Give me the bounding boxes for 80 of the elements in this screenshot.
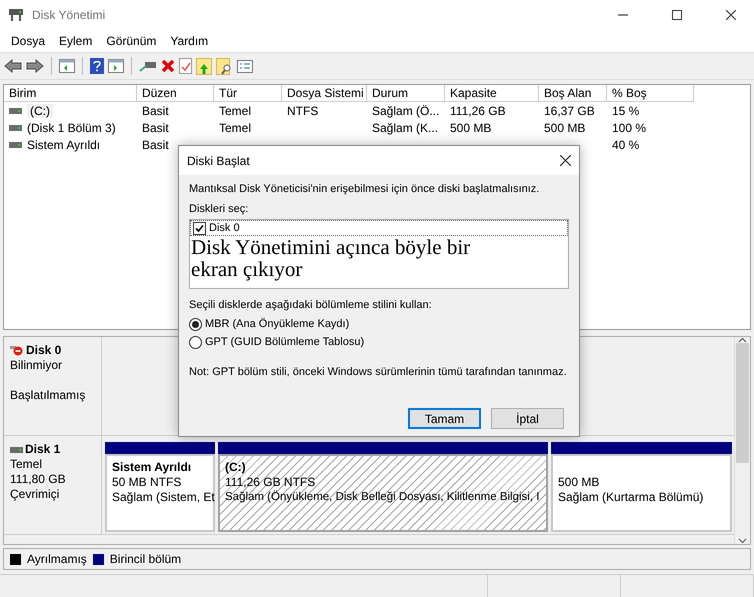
disk-info: Çevrimiçi [10, 487, 60, 501]
menu-item[interactable]: Görünüm [99, 34, 164, 48]
disk-info: 111,80 GB [10, 472, 66, 486]
table-cell: (Disk 1 Bölüm 3) [27, 120, 116, 134]
annotation-text: Disk Yönetimini açınca böyle bir ekran çıkıyor [190, 236, 472, 280]
disk-error-icon [10, 345, 24, 356]
column-header[interactable]: Dosya Sistemi [282, 85, 367, 102]
delete-icon[interactable] [161, 59, 175, 73]
dialog-title: Diski Başlat [187, 154, 250, 168]
note-text: Not: GPT bölüm stili, önceki Windows sürümlerinin tümü tarafından tanınmaz. [189, 366, 568, 378]
partition[interactable]: 500 MB Sağlam (Kurtarma Bölümü) [551, 454, 732, 532]
column-header[interactable]: Durum [367, 85, 445, 102]
table-cell: Basit [142, 104, 169, 118]
radio-option[interactable]: MBR (Ana Önyükleme Kaydı) [189, 315, 569, 333]
radio-option[interactable]: GPT (GUID Bölümleme Tablosu) [189, 333, 569, 351]
table-cell: 500 MB [450, 120, 492, 134]
radio-button[interactable] [189, 336, 202, 348]
scrollbar[interactable] [734, 337, 750, 544]
menu-item[interactable]: Yardım [163, 34, 216, 48]
legend-label: Ayrılmamış [27, 552, 87, 566]
drive-icon [9, 142, 22, 148]
pane-icon[interactable] [108, 59, 124, 73]
partition[interactable]: (C:) 111,26 GB NTFS Sağlam (Önyükleme, Disk Belleği Dosyası, Kilitlenme Bilgisi, I [218, 454, 548, 532]
dialog-message: Mantıksal Disk Yöneticisi'nin erişebilmesi için önce diski başlatmalısınız. [189, 183, 540, 195]
maximize-icon[interactable] [672, 10, 682, 20]
checklist-icon[interactable] [237, 60, 253, 72]
scroll-up-icon[interactable] [738, 337, 747, 343]
column-header[interactable]: Düzen [137, 85, 214, 102]
disk-name: Disk 1 [25, 442, 60, 457]
table-cell: Sağlam (K... [372, 120, 438, 134]
column-header[interactable]: Boş Alan [539, 85, 607, 102]
scroll-down-icon[interactable] [738, 538, 747, 544]
table-cell: 111,26 GB [450, 104, 506, 118]
table-cell: (C:) [27, 104, 53, 118]
table-cell: 500 MB [544, 120, 586, 134]
disk-info: Başlatılmamış [10, 388, 86, 402]
style-label: Seçili disklerde aşağıdaki bölümleme stilini kullan: [189, 299, 433, 311]
drive-icon [9, 124, 22, 130]
drive-icon [9, 108, 22, 114]
properties-icon[interactable] [179, 58, 192, 74]
dialog-button[interactable]: İptal [491, 408, 564, 429]
folder-up-icon[interactable] [196, 58, 212, 74]
close-icon[interactable] [560, 155, 571, 166]
forward-icon[interactable] [26, 59, 44, 73]
partition[interactable]: Sistem Ayrıldı 50 MB NTFS Sağlam (Sistem, Et [105, 454, 215, 532]
disk-info: Bilinmiyor [10, 358, 62, 372]
help-icon[interactable] [90, 58, 104, 74]
table-cell: 40 % [612, 138, 640, 152]
list-label: Diskleri seç: [189, 203, 250, 215]
app-icon [8, 8, 24, 22]
connect-icon[interactable] [139, 60, 157, 72]
dialog-button[interactable]: Tamam [408, 408, 481, 429]
disk-name: Disk 0 [26, 343, 62, 358]
checkbox[interactable] [193, 222, 206, 234]
table-cell: Basit [142, 120, 169, 134]
table-cell: Temel [219, 104, 252, 118]
table-cell: 16,37 GB [544, 104, 595, 118]
list-item[interactable]: Disk 0 [190, 220, 568, 236]
close-icon[interactable] [726, 10, 736, 20]
menu-item[interactable]: Dosya [4, 34, 52, 48]
table-cell: Basit [142, 138, 169, 152]
table-cell: 100 % [612, 120, 646, 134]
table-cell: NTFS [287, 104, 318, 118]
disk-list[interactable]: Disk 0 Disk Yönetimini açınca böyle bir ekran çıkıyor [189, 219, 569, 289]
column-header[interactable]: Kapasite [445, 85, 539, 102]
table-cell: Sağlam (Ö... [372, 104, 440, 118]
table-cell: 15 % [612, 104, 640, 118]
pane-icon[interactable] [59, 59, 75, 73]
radio-button[interactable] [189, 318, 202, 330]
table-cell: Temel [219, 120, 252, 134]
folder-search-icon[interactable] [216, 58, 233, 74]
window-title: Disk Yönetimi [32, 8, 106, 22]
column-header[interactable]: % Boş [607, 85, 694, 102]
column-header[interactable]: Tür [214, 85, 282, 102]
back-icon[interactable] [4, 59, 22, 73]
legend-label: Birincil bölüm [110, 552, 182, 566]
column-header[interactable]: Birim [4, 85, 137, 102]
table-cell: Sistem Ayrıldı [27, 138, 100, 152]
menu-item[interactable]: Eylem [52, 34, 100, 48]
disk-info: Temel [10, 457, 42, 471]
